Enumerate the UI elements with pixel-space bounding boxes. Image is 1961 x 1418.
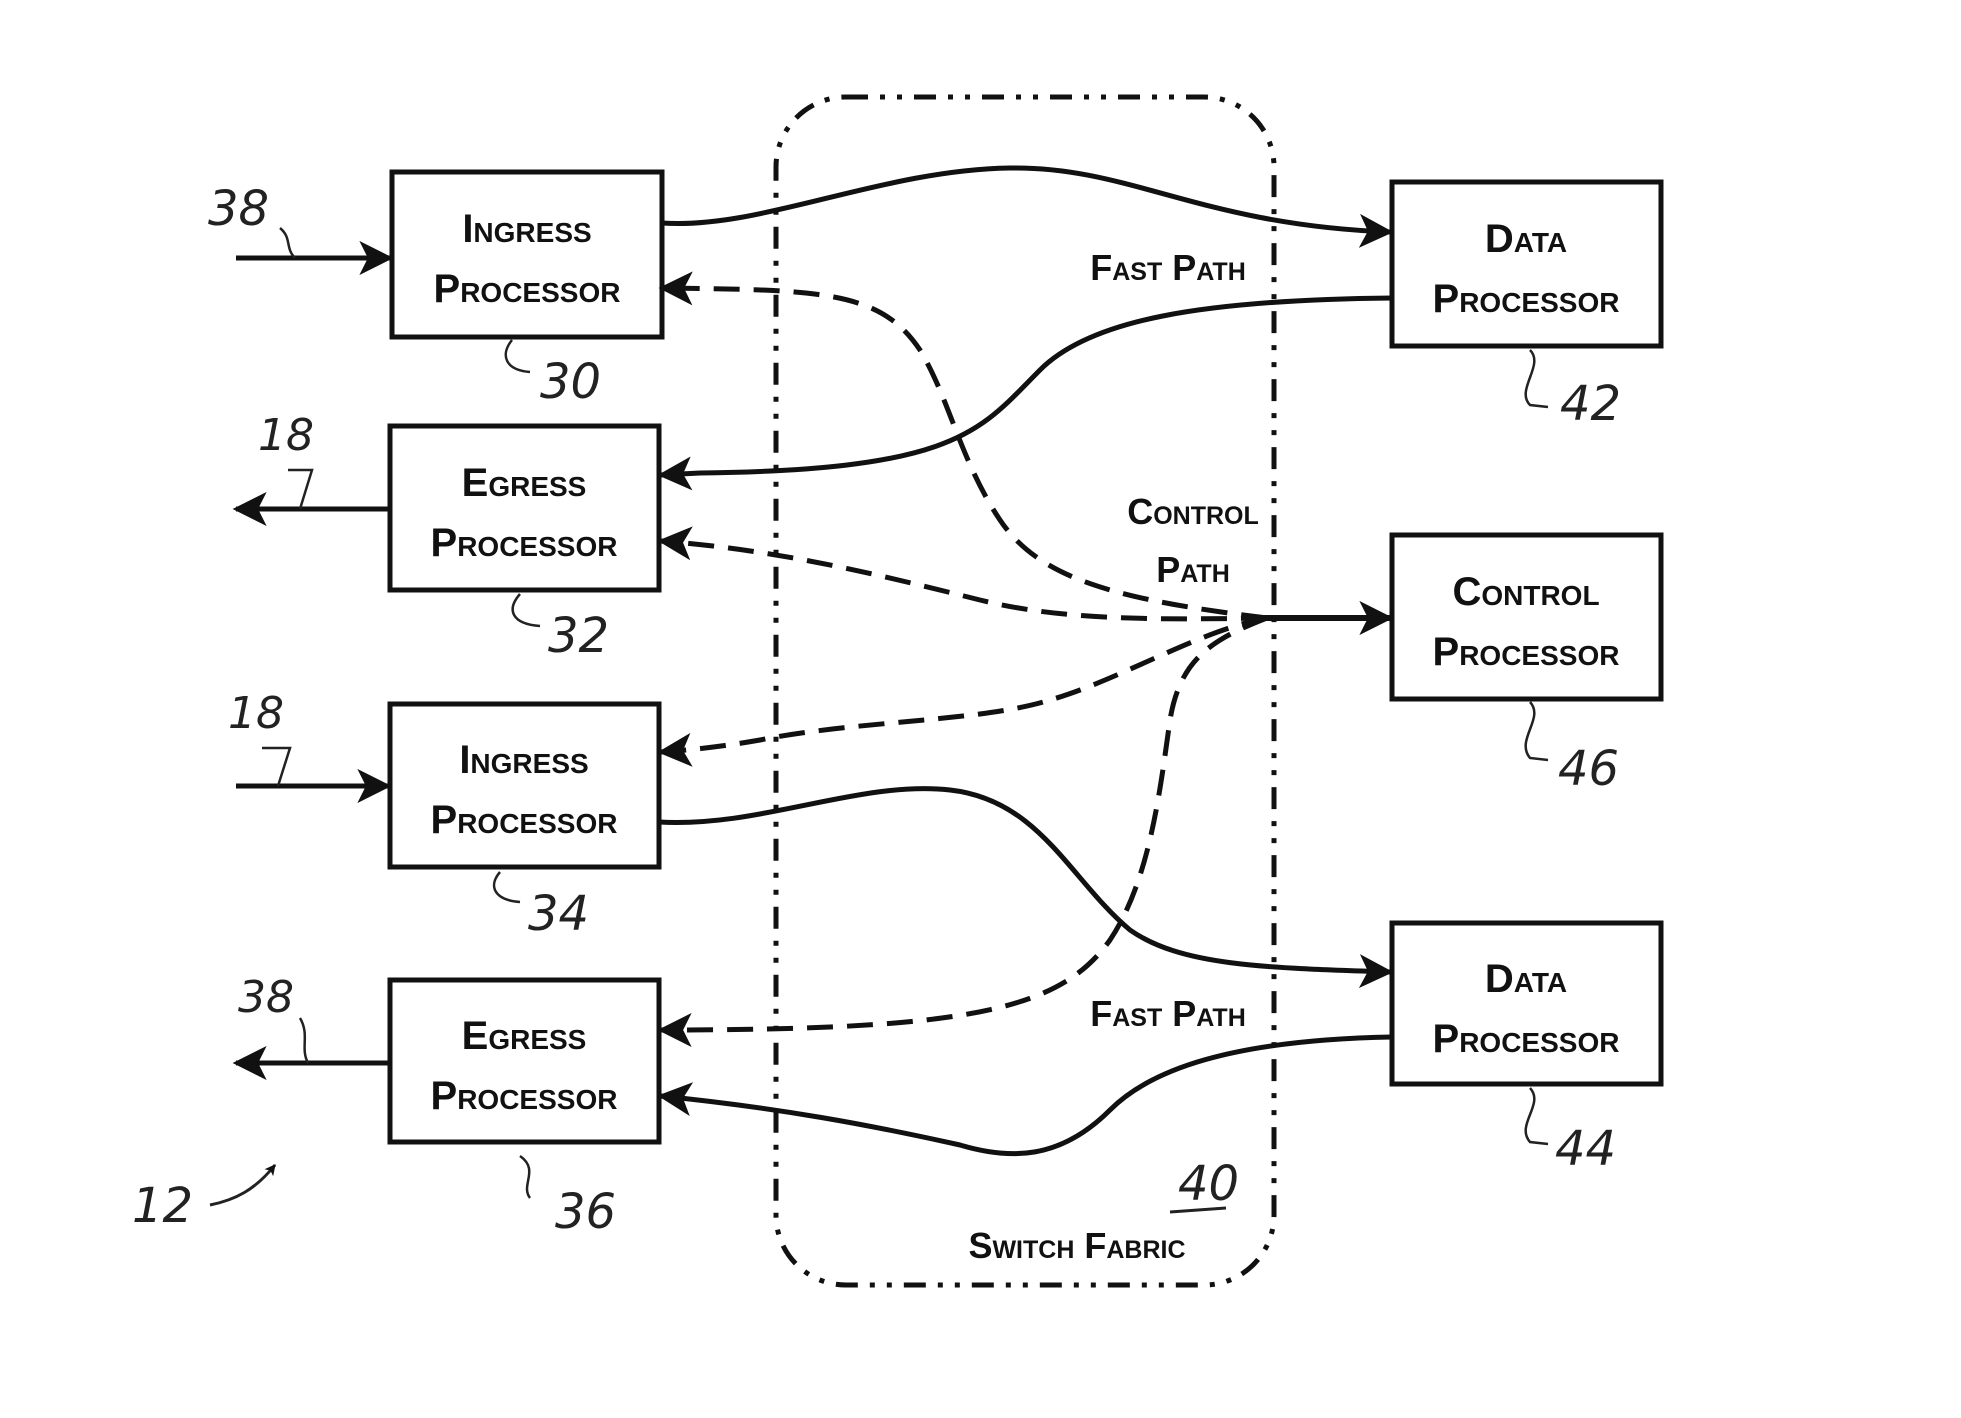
ref-io-38-in: 38 xyxy=(208,181,269,237)
data-processor-42: Data Processor xyxy=(1389,179,1664,349)
control-paths xyxy=(657,271,1268,1047)
leader-44 xyxy=(1524,1087,1549,1146)
leader-36 xyxy=(519,1154,532,1199)
fast-path-label-top: Fast Path xyxy=(1090,247,1246,288)
leader-42 xyxy=(1524,349,1549,409)
ref-io-38-out: 38 xyxy=(238,972,294,1023)
ref-32: 32 xyxy=(548,608,609,664)
fast-path-ingress30-to-data42 xyxy=(661,165,1394,248)
leader-32 xyxy=(511,593,541,628)
data-processor-44: Data Processor xyxy=(1389,920,1664,1087)
control-path-to-ingress34 xyxy=(657,615,1268,767)
control-path-to-egress36 xyxy=(657,615,1268,1047)
diagram-canvas: Ingress Processor Egress Processor Ingre… xyxy=(132,94,1664,1288)
control-processor-46: Control Processor xyxy=(1389,532,1664,702)
switch-fabric-label: Switch Fabric xyxy=(968,1225,1185,1266)
leader-io-38-in xyxy=(279,227,296,259)
fast-path-data44-to-egress36 xyxy=(657,1034,1393,1157)
egress-processor-36: Egress Processor xyxy=(387,977,662,1145)
leader-30 xyxy=(504,339,531,374)
block-label-line1: Ingress xyxy=(459,738,588,782)
ref-io-18-in: 18 xyxy=(228,688,284,739)
fast-path-data42-to-egress32 xyxy=(657,295,1393,491)
block-label-line1: Control xyxy=(1452,570,1599,614)
ref-46: 46 xyxy=(1558,741,1619,797)
block-label-line1: Data xyxy=(1485,217,1567,261)
leader-io-18-out xyxy=(288,468,314,510)
block-label-line2: Processor xyxy=(434,267,621,311)
ref-36: 36 xyxy=(555,1184,616,1240)
ingress-processor-30: Ingress Processor xyxy=(389,169,665,340)
block-label-line1: Ingress xyxy=(462,207,591,251)
figure-ref-arrow xyxy=(209,1164,277,1207)
egress-processor-32: Egress Processor xyxy=(387,423,662,593)
ref-io-18-out: 18 xyxy=(258,410,314,461)
block-label-line2: Processor xyxy=(1433,630,1620,674)
block-label-line1: Egress xyxy=(462,1014,587,1058)
ref-42: 42 xyxy=(1560,376,1621,432)
fast-path-ingress34-to-data44 xyxy=(658,786,1394,989)
ingress-processor-34: Ingress Processor xyxy=(387,701,662,870)
block-label-line2: Processor xyxy=(431,1074,618,1118)
block-label-line1: Egress xyxy=(462,461,587,505)
ref-30: 30 xyxy=(540,354,601,410)
leader-io-18-in xyxy=(262,746,292,787)
leader-34 xyxy=(492,871,521,904)
block-label-line2: Processor xyxy=(431,798,618,842)
ref-34: 34 xyxy=(528,886,589,942)
control-path-label-line1: Control xyxy=(1127,491,1259,532)
block-label-line2: Processor xyxy=(1433,277,1620,321)
ref-44: 44 xyxy=(1555,1121,1616,1177)
block-label-line2: Processor xyxy=(431,521,618,565)
ref-switch-fabric: 40 xyxy=(1178,1156,1239,1212)
fast-path-label-bottom: Fast Path xyxy=(1090,993,1246,1034)
block-label-line2: Processor xyxy=(1433,1017,1620,1061)
leader-io-38-out xyxy=(298,1017,310,1064)
leader-46 xyxy=(1524,701,1549,762)
ref-figure-12: 12 xyxy=(132,1178,193,1234)
block-label-line1: Data xyxy=(1485,957,1567,1001)
control-path-label-line2: Path xyxy=(1156,549,1230,590)
